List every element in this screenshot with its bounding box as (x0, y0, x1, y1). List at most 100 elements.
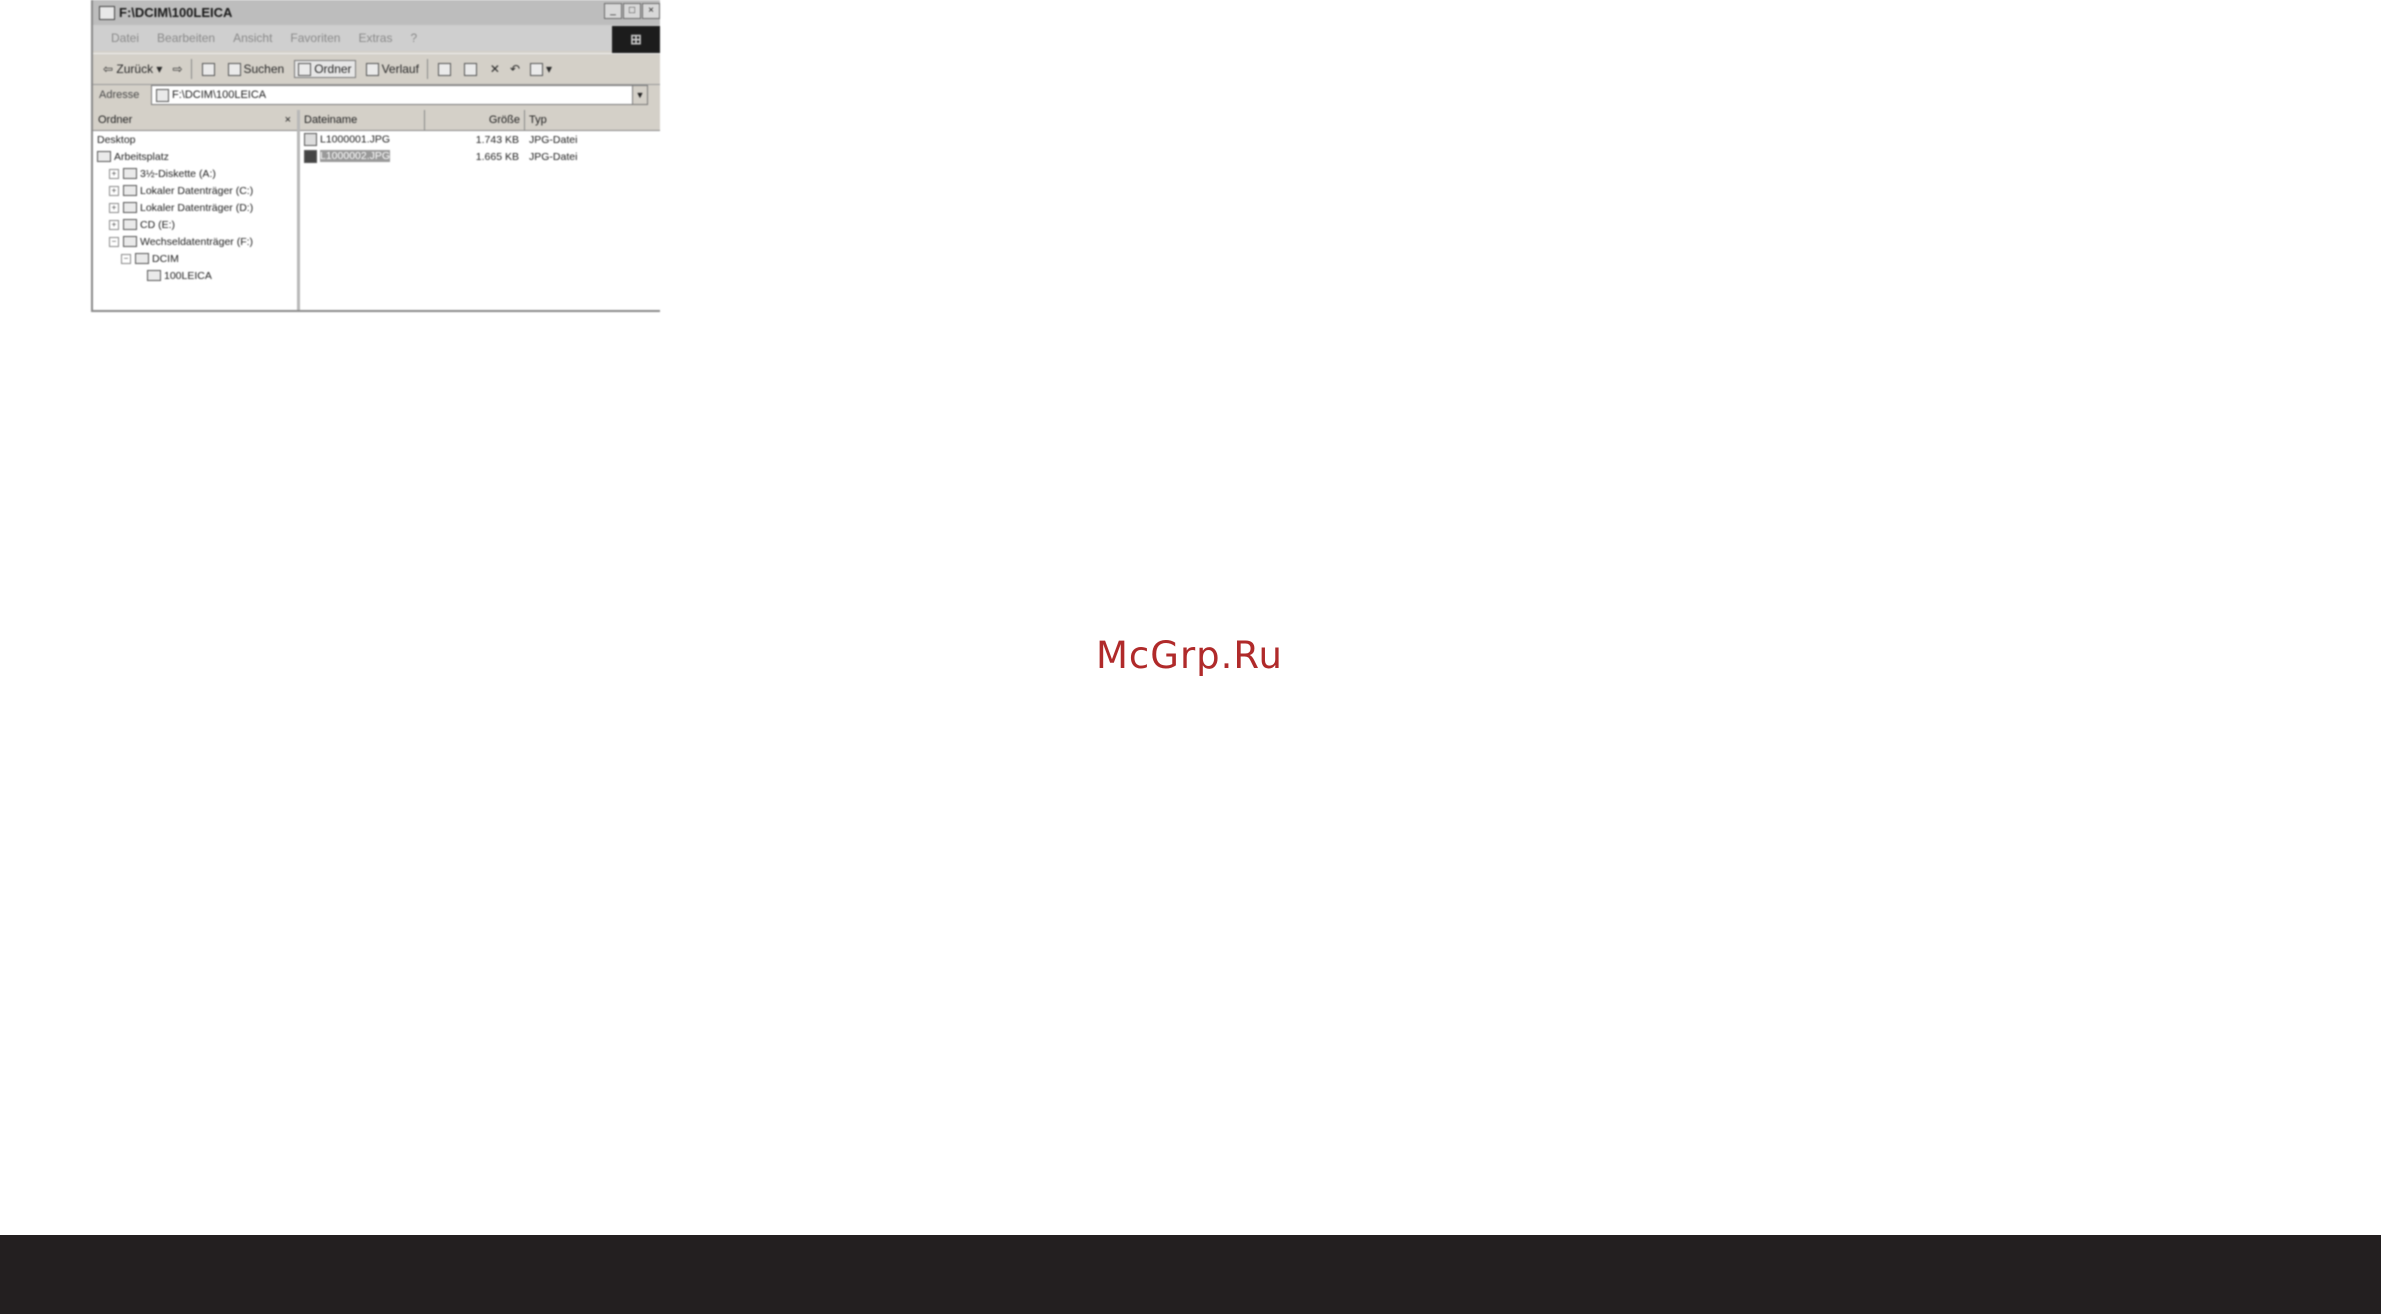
menu-bearbeiten[interactable]: Bearbeiten (157, 31, 215, 45)
column-header-name[interactable]: Dateiname (300, 110, 425, 130)
delete-button[interactable]: ✕ (490, 62, 500, 76)
menu-favoriten[interactable]: Favoriten (290, 31, 340, 45)
folder-tree-item[interactable]: Desktop (93, 131, 297, 148)
folder-tree-label: 3½-Diskette (A:) (140, 167, 216, 180)
drive-icon (123, 202, 137, 213)
delete-icon: ✕ (489, 62, 500, 76)
forward-arrow-icon: ⇨ (172, 62, 183, 76)
tree-expander-icon[interactable]: − (109, 236, 119, 247)
back-arrow-icon: ⇦ (103, 62, 117, 76)
back-label: Zurück (116, 62, 154, 76)
folder-tree-item[interactable]: + CD (E:) (93, 216, 297, 233)
move-to-button[interactable] (437, 62, 454, 76)
toolbar: ⇦ Zurück ▾ ⇨ Suchen Ordner Verlauf ✕ ↶ ▾ (93, 53, 660, 85)
tree-expander-icon[interactable]: + (109, 219, 119, 230)
file-name-cell: L1000002.JPG (300, 150, 425, 163)
search-button[interactable]: Suchen (227, 62, 285, 76)
folders-pane-close-button[interactable]: × (285, 114, 291, 126)
folder-tree-label: Desktop (97, 133, 136, 146)
menu-help[interactable]: ? (410, 31, 417, 45)
image-file-icon (304, 150, 317, 163)
file-row[interactable]: L1000002.JPG 1.665 KB JPG-Datei (300, 148, 660, 165)
folder-tree-item[interactable]: + Lokaler Datenträger (C:) (93, 182, 297, 199)
folder-tree-item[interactable]: +3½-Diskette (A:) (93, 165, 297, 182)
history-icon (365, 62, 379, 76)
file-type: JPG-Datei (529, 150, 578, 163)
window-controls: _ □ × (604, 3, 660, 19)
file-name: L1000002.JPG (320, 150, 391, 163)
file-size: 1.743 KB (475, 133, 519, 146)
address-label: Adresse (99, 89, 140, 101)
up-button[interactable] (201, 62, 218, 76)
window-title: F:\DCIM\100LEICA (119, 5, 233, 20)
drive-icon (123, 236, 137, 247)
folders-icon (298, 62, 312, 76)
folder-tree: Desktop Arbeitsplatz +3½-Diskette (A:) + Lok… (93, 131, 297, 284)
maximize-button[interactable]: □ (623, 3, 641, 19)
history-button[interactable]: Verlauf (365, 62, 419, 76)
column-header-type[interactable]: Typ (525, 110, 660, 130)
address-dropdown-button[interactable]: ▼ (632, 86, 647, 104)
history-label: Verlauf (381, 62, 419, 76)
folder-tree-item[interactable]: 100LEICA (93, 267, 297, 284)
file-list: Dateiname Größe Typ L1000001.JPG 1.743 KB… (300, 110, 660, 310)
toolbar-separator (426, 59, 428, 79)
folders-label: Ordner (314, 62, 352, 76)
tree-expander-icon[interactable]: + (109, 202, 119, 213)
copy-to-icon (463, 62, 477, 76)
tree-expander-icon[interactable]: − (121, 253, 131, 264)
drive-icon (135, 253, 149, 264)
drive-icon (123, 185, 137, 196)
tree-expander-icon[interactable]: + (109, 168, 119, 179)
column-headers: Dateiname Größe Typ (300, 110, 660, 131)
folders-pane-title: Ordner (98, 114, 133, 126)
minimize-button[interactable]: _ (604, 3, 622, 19)
explorer-window: F:\DCIM\100LEICA _ □ × Datei Bearbeiten … (91, 0, 660, 312)
search-label: Suchen (243, 62, 285, 76)
folder-tree-item[interactable]: + Lokaler Datenträger (D:) (93, 199, 297, 216)
folder-tree-item[interactable]: − DCIM (93, 250, 297, 267)
folder-tree-item[interactable]: Arbeitsplatz (93, 148, 297, 165)
forward-button[interactable]: ⇨ (172, 62, 182, 76)
views-button[interactable]: ▾ (530, 62, 552, 76)
watermark: McGrp.Ru (1096, 634, 1283, 677)
windows-logo: ⊞ (612, 26, 660, 53)
drive-icon (123, 219, 137, 230)
undo-button[interactable]: ↶ (510, 62, 520, 76)
folder-tree-label: CD (E:) (140, 218, 175, 231)
menu-ansicht[interactable]: Ansicht (233, 31, 272, 45)
menu-datei[interactable]: Datei (111, 31, 139, 45)
tree-expander-icon[interactable]: + (109, 185, 119, 196)
copy-to-button[interactable] (463, 62, 480, 76)
file-type: JPG-Datei (529, 133, 578, 146)
folder-icon (156, 88, 169, 102)
folder-tree-item[interactable]: − Wechseldatenträger (F:) (93, 233, 297, 250)
drive-icon (123, 168, 137, 179)
address-input[interactable]: F:\DCIM\100LEICA ▼ (151, 85, 648, 105)
windows-flag-icon: ⊞ (630, 31, 642, 47)
close-button[interactable]: × (642, 3, 660, 19)
page-footer-bar (0, 1235, 2381, 1314)
back-button[interactable]: ⇦ Zurück ▾ (103, 62, 162, 76)
column-header-size[interactable]: Größe (425, 110, 525, 130)
menu-bar: Datei Bearbeiten Ansicht Favoriten Extra… (93, 25, 660, 51)
undo-icon: ↶ (509, 62, 521, 76)
toolbar-separator (190, 59, 192, 79)
file-size: 1.665 KB (475, 150, 519, 163)
folder-tree-label: Wechseldatenträger (F:) (140, 235, 254, 248)
address-value: F:\DCIM\100LEICA (172, 89, 267, 101)
address-bar: Adresse F:\DCIM\100LEICA ▼ (93, 83, 660, 107)
folder-tree-label: DCIM (152, 252, 179, 265)
file-rows: L1000001.JPG 1.743 KB JPG-Datei L1000002.JP… (300, 131, 660, 165)
views-icon (530, 62, 544, 76)
folder-tree-label: 100LEICA (164, 269, 212, 282)
folder-tree-label: Arbeitsplatz (114, 150, 169, 163)
menu-extras[interactable]: Extras (358, 31, 392, 45)
file-row[interactable]: L1000001.JPG 1.743 KB JPG-Datei (300, 131, 660, 148)
folders-pane: Ordner × Desktop Arbeitsplatz +3½-Diskette… (93, 110, 300, 310)
drive-icon (147, 270, 161, 281)
image-file-icon (304, 133, 317, 146)
folder-icon (99, 5, 115, 20)
folders-button[interactable]: Ordner (294, 60, 356, 78)
folders-pane-header: Ordner × (93, 110, 297, 131)
